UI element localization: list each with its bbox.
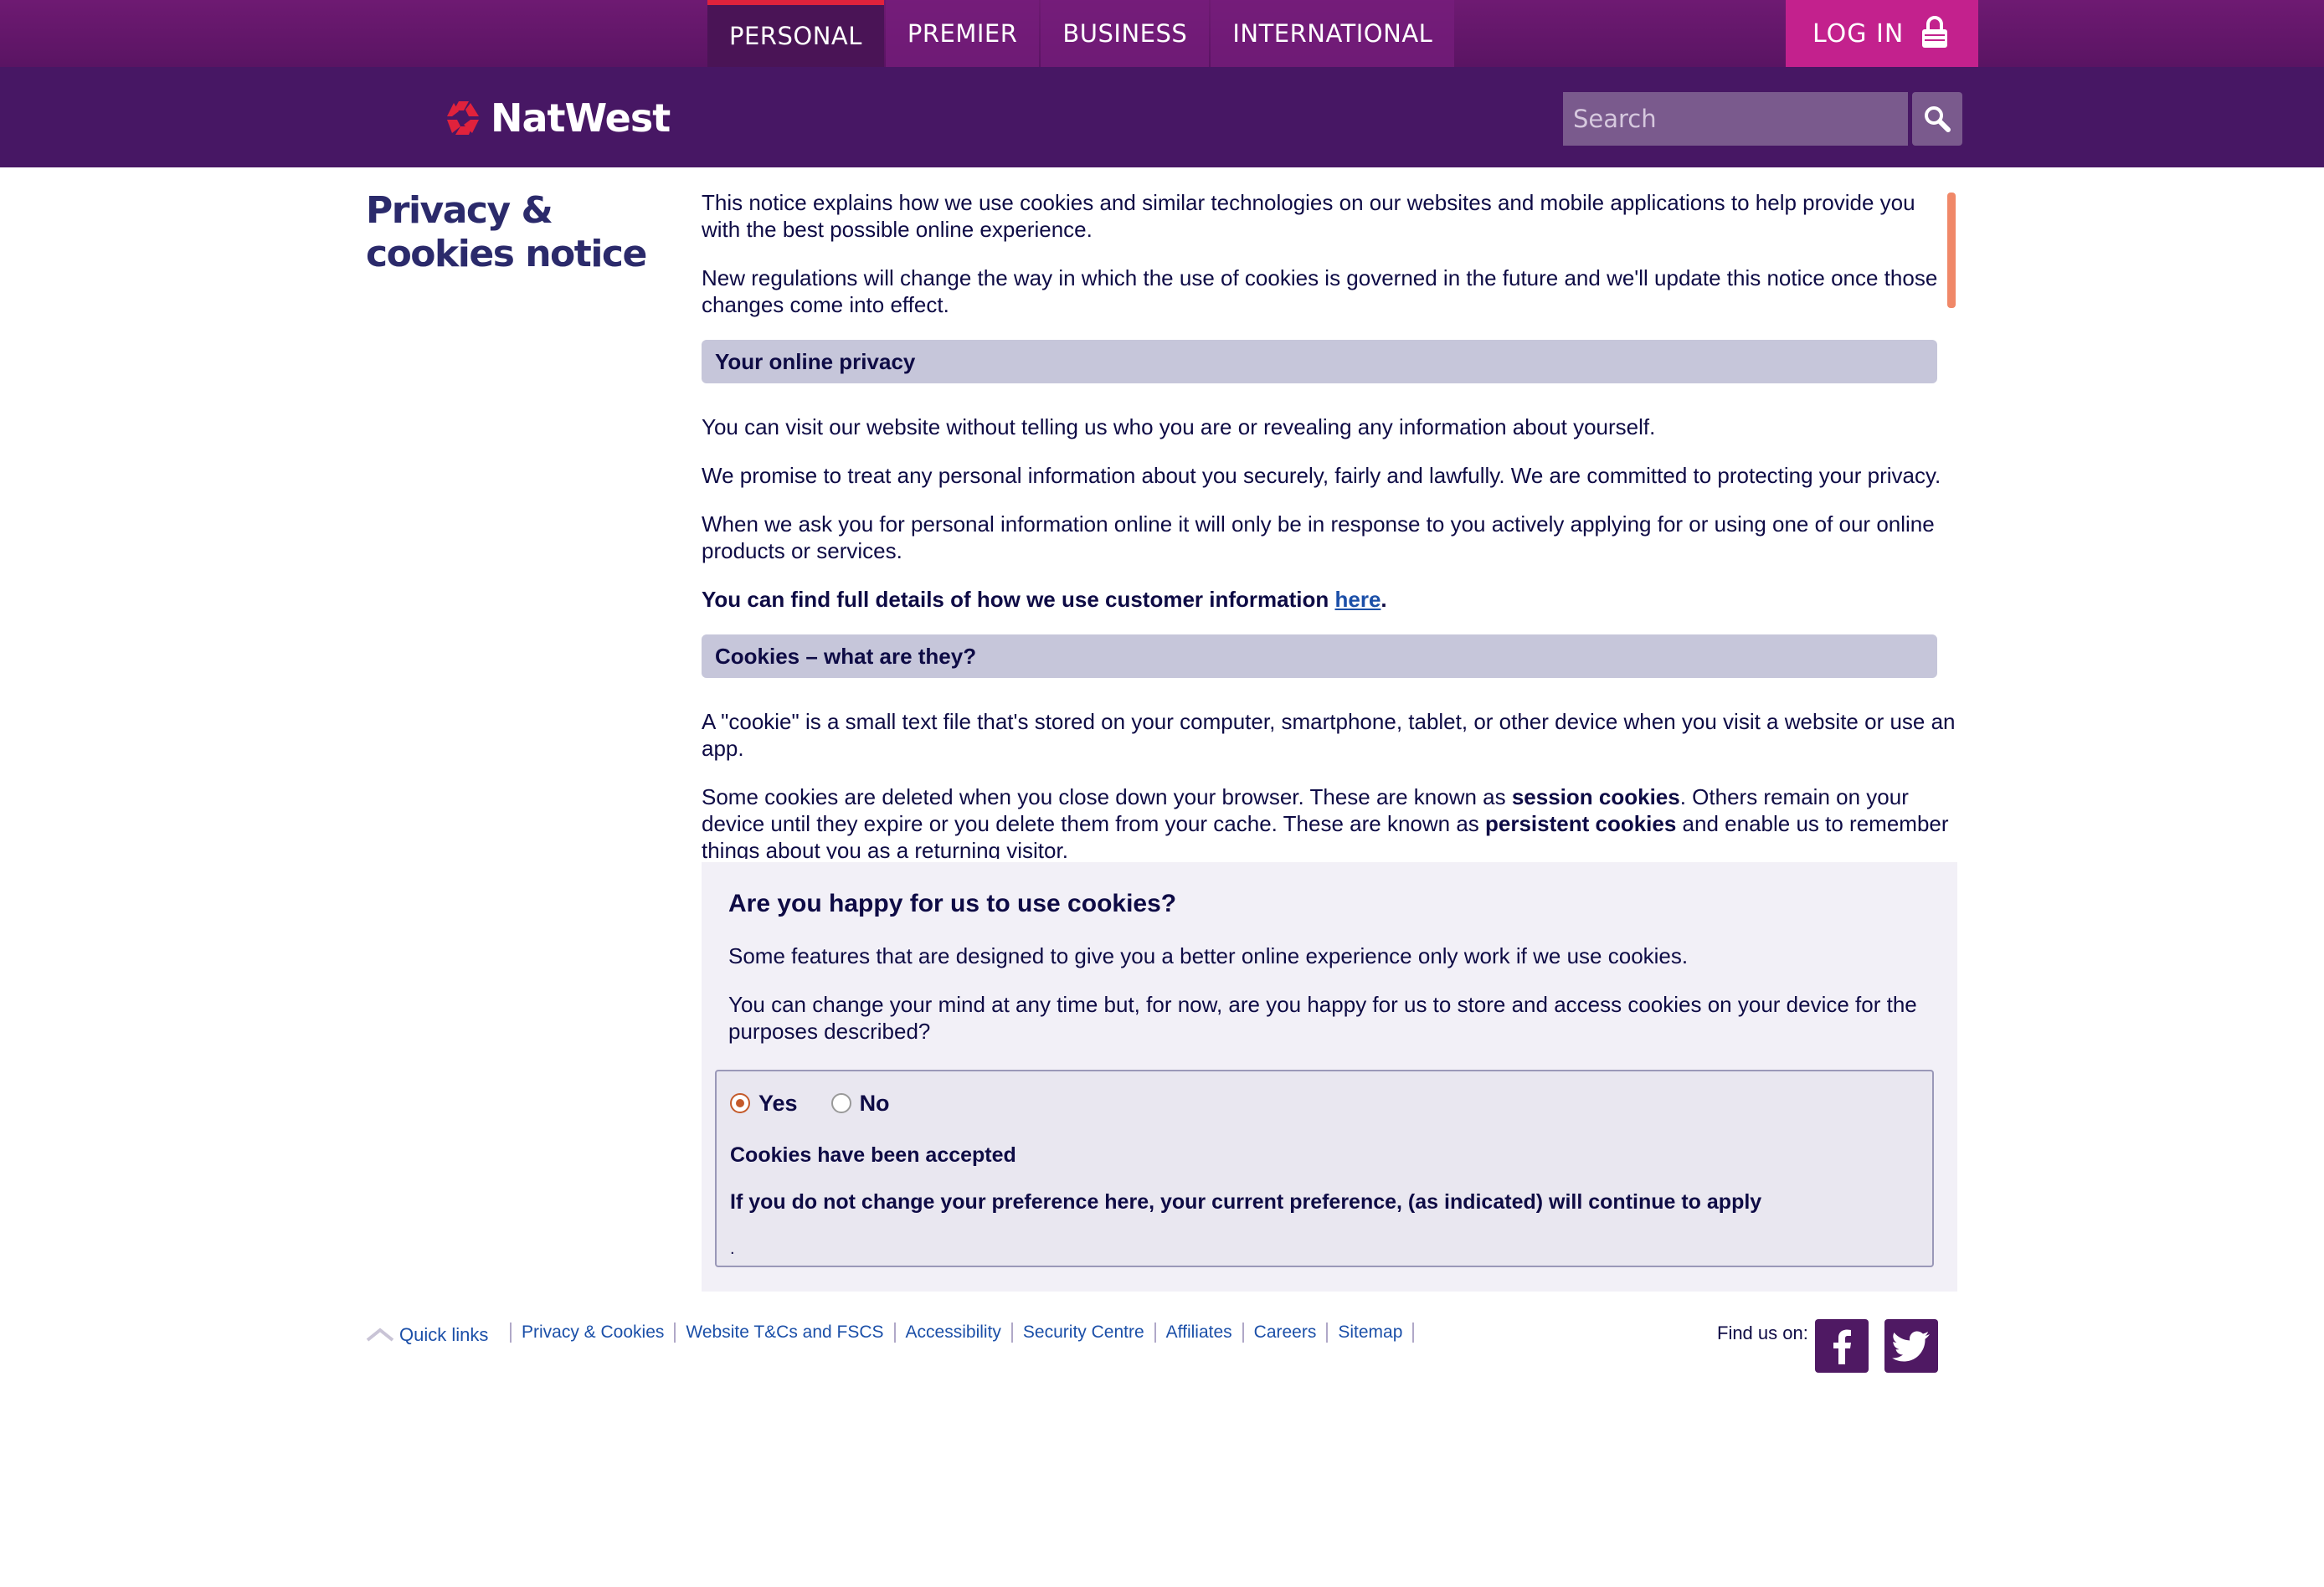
login-label: LOG IN [1812,18,1905,49]
site-header: NatWest [0,67,2324,167]
twitter-link[interactable] [1884,1319,1938,1373]
footer-link-careers[interactable]: Careers [1242,1322,1327,1343]
cookie-types-text: Some cookies are deleted when you close … [702,784,1512,809]
no-radio-label: No [859,1091,890,1116]
cookie-preference-box: Yes No Cookies have been accepted If you… [715,1070,1934,1267]
natwest-logo-icon [447,101,479,135]
privacy-paragraph: When we ask you for personal information… [702,511,1935,563]
lock-icon [1922,16,1947,48]
top-navigation-bar: PERSONAL PREMIER BUSINESS INTERNATIONAL … [0,0,2324,67]
search-icon [1925,106,1951,132]
quick-links-label: Quick links [399,1324,489,1345]
privacy-paragraph: We promise to treat any personal informa… [702,463,1941,488]
facebook-icon [1833,1329,1851,1364]
yes-radio[interactable]: Yes [730,1090,798,1117]
yes-radio-label: Yes [758,1091,798,1116]
footer-link-sitemap[interactable]: Sitemap [1326,1322,1415,1343]
site-footer: Quick links Privacy & Cookies Website T&… [366,1319,1956,1379]
tab-premier[interactable]: PREMIER [885,0,1040,67]
natwest-logo[interactable]: NatWest [445,95,671,141]
quick-links-toggle[interactable]: Quick links [366,1324,488,1346]
cookie-definition: A "cookie" is a small text file that's s… [702,709,1956,761]
persistent-cookies-term: persistent cookies [1485,811,1677,836]
session-cookies-term: session cookies [1511,784,1680,809]
facebook-link[interactable] [1815,1319,1869,1373]
find-us-label: Find us on: [1717,1322,1808,1343]
section-heading-cookies[interactable]: Cookies – what are they? [702,634,1937,678]
here-link[interactable]: here [1334,587,1381,612]
brand-name: NatWest [491,95,671,141]
footer-link-website-tcs[interactable]: Website T&Cs and FSCS [674,1322,893,1343]
no-radio-button[interactable] [830,1093,851,1113]
intro-paragraph: New regulations will change the way in w… [702,265,1938,317]
tab-personal[interactable]: PERSONAL [707,0,884,67]
tab-international[interactable]: INTERNATIONAL [1211,0,1455,67]
customer-info-text: You can find full details of how we use … [702,587,1335,612]
search-input[interactable] [1563,92,1908,146]
consent-status: Cookies have been accepted [730,1143,1016,1167]
footer-link-privacy-cookies[interactable]: Privacy & Cookies [510,1322,674,1343]
scrollbar-thumb[interactable] [1947,193,1956,308]
tab-business[interactable]: BUSINESS [1041,0,1210,67]
section-heading-online-privacy[interactable]: Your online privacy [702,340,1937,383]
consent-heading: Are you happy for us to use cookies? [728,890,1177,917]
consent-paragraph: Some features that are designed to give … [728,943,1689,968]
notice-content: This notice explains how we use cookies … [702,189,1957,859]
footer-link-security-centre[interactable]: Security Centre [1010,1322,1154,1343]
no-radio[interactable]: No [830,1090,890,1117]
twitter-icon [1892,1331,1930,1362]
cookie-types-paragraph: Some cookies are deleted when you close … [702,783,1957,859]
consent-note: If you do not change your preference her… [730,1190,1762,1214]
period: . [1381,587,1387,612]
consent-paragraph: You can change your mind at any time but… [728,992,1917,1044]
search-button[interactable] [1912,92,1962,146]
cookie-consent-panel: Are you happy for us to use cookies? Som… [702,862,1957,1292]
intro-paragraph: This notice explains how we use cookies … [702,190,1915,242]
chevron-up-icon [366,1328,394,1342]
footer-link-accessibility[interactable]: Accessibility [893,1322,1011,1343]
footer-links: Privacy & Cookies Website T&Cs and FSCS … [510,1322,1415,1343]
login-button[interactable]: LOG IN [1786,0,1978,67]
segment-tabs: PERSONAL PREMIER BUSINESS INTERNATIONAL [707,0,1456,67]
page-title: Privacy & cookies notice [366,189,647,275]
customer-info-paragraph: You can find full details of how we use … [702,586,1957,613]
privacy-paragraph: You can visit our website without tellin… [702,414,1656,439]
yes-radio-button[interactable] [730,1093,750,1113]
footer-link-affiliates[interactable]: Affiliates [1154,1322,1242,1343]
trailing-dot: . [730,1240,735,1258]
cookie-choice-radios: Yes No [730,1090,1919,1117]
